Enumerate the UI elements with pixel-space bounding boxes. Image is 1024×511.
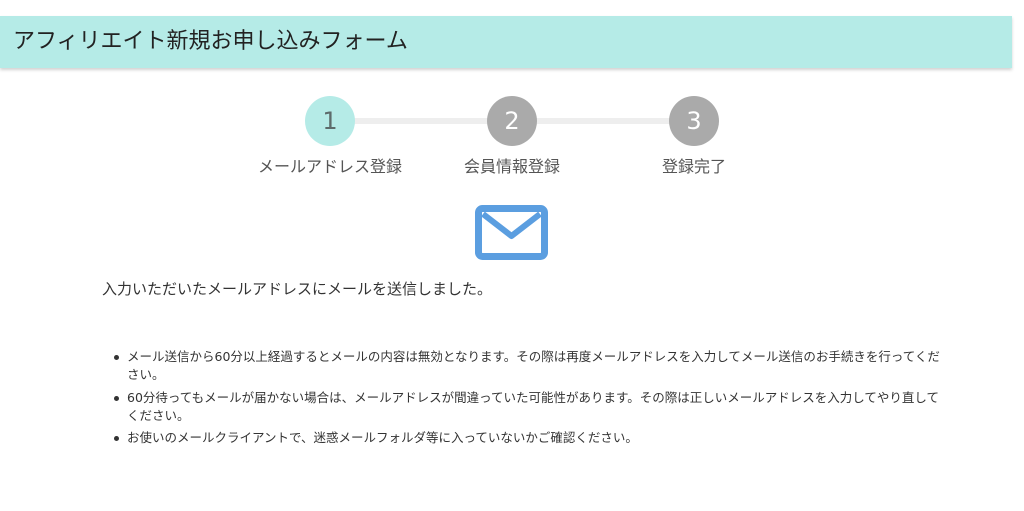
list-item: メール送信から60分以上経過するとメールの内容は無効となります。その際は再度メー… — [110, 348, 940, 384]
note-text: メール送信から60分以上経過するとメールの内容は無効となります。その際は再度メー… — [127, 349, 940, 382]
notes-list: メール送信から60分以上経過するとメールの内容は無効となります。その際は再度メー… — [110, 348, 940, 452]
step-connector-1 — [354, 118, 489, 124]
bullet-icon — [114, 395, 119, 401]
list-item: 60分待ってもメールが届かない場合は、メールアドレスが間違っていた可能性がありま… — [110, 389, 940, 425]
note-text: お使いのメールクライアントで、迷惑メールフォルダ等に入っていないかご確認ください… — [127, 430, 638, 445]
bullet-icon — [114, 436, 119, 441]
step-3-circle: 3 — [669, 96, 719, 146]
envelope-icon — [475, 205, 548, 260]
page-header: アフィリエイト新規お申し込みフォーム — [0, 16, 1012, 68]
step-2-circle: 2 — [487, 96, 537, 146]
progress-stepper: 1 2 3 メールアドレス登録 会員情報登録 登録完了 — [0, 96, 1024, 186]
step-connector-2 — [536, 118, 671, 124]
step-1-circle: 1 — [305, 96, 355, 146]
sent-message: 入力いただいたメールアドレスにメールを送信しました。 — [102, 280, 493, 298]
page-title: アフィリエイト新規お申し込みフォーム — [13, 29, 408, 54]
note-text: 60分待ってもメールが届かない場合は、メールアドレスが間違っていた可能性がありま… — [127, 389, 940, 423]
step-2-label: 会員情報登録 — [463, 157, 560, 176]
step-1-label: メールアドレス登録 — [257, 157, 402, 176]
step-3-label: 登録完了 — [661, 157, 726, 176]
bullet-icon — [114, 355, 119, 360]
list-item: お使いのメールクライアントで、迷惑メールフォルダ等に入っていないかご確認ください… — [110, 429, 940, 447]
